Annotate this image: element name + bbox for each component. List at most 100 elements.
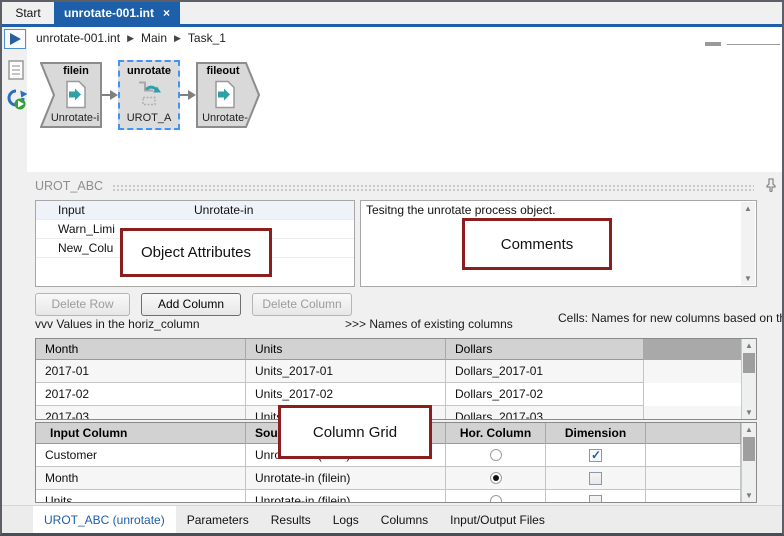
tab-active-document[interactable]: unrotate-001.int ×	[54, 2, 180, 24]
cell-input-column[interactable]: Customer	[36, 444, 246, 467]
cell-month[interactable]: 2017-01	[36, 360, 246, 383]
attribute-name: Input	[58, 203, 85, 217]
scroll-down-icon[interactable]: ▼	[742, 489, 756, 502]
header-hor-column[interactable]: Hor. Column	[446, 423, 546, 444]
breadcrumb-main[interactable]: Main	[141, 31, 167, 45]
checkbox-unchecked[interactable]	[589, 472, 602, 485]
annotation-comments: Comments	[462, 218, 612, 270]
scrollbar-thumb[interactable]	[743, 437, 755, 461]
flow-node-fileout[interactable]: fileout Unrotate-	[196, 62, 260, 128]
table-row[interactable]: 2017-02 Units_2017-02 Dollars_2017-02	[36, 383, 756, 406]
panel-title: UROT_ABC	[35, 179, 103, 193]
annotation-label: Comments	[501, 236, 574, 253]
comments-text: Tesitng the unrotate process object.	[366, 203, 555, 217]
table-row[interactable]: Month Unrotate-in (filein)	[36, 467, 756, 490]
cell-dimension[interactable]	[546, 467, 646, 490]
cell-month[interactable]: 2017-02	[36, 383, 246, 406]
annotation-column-grid: Column Grid	[278, 405, 432, 459]
tab-columns[interactable]: Columns	[370, 506, 439, 533]
breadcrumb-task[interactable]: Task_1	[188, 31, 226, 45]
document-tab-bar: Start unrotate-001.int ×	[2, 2, 782, 27]
fileout-node-label: Unrotate-	[196, 112, 260, 124]
value-grid-scrollbar[interactable]: ▲ ▼	[741, 339, 756, 419]
comments-scrollbar[interactable]: ▲ ▼	[741, 202, 755, 285]
file-output-icon	[213, 80, 235, 108]
delete-column-button[interactable]: Delete Column	[252, 293, 352, 316]
hint-values: vvv Values in the horiz_column	[35, 317, 200, 331]
cell-dimension[interactable]	[546, 444, 646, 467]
document-icon[interactable]	[8, 60, 25, 81]
run-button[interactable]	[4, 29, 26, 49]
cell-source[interactable]: Unrotate-in (filein)	[246, 490, 446, 503]
unrotate-icon	[135, 80, 163, 108]
scroll-up-icon[interactable]: ▲	[742, 339, 756, 352]
cell-units[interactable]: Units_2017-02	[246, 383, 446, 406]
cell-empty	[646, 444, 741, 467]
scroll-up-icon[interactable]: ▲	[742, 423, 756, 436]
header-input-column[interactable]: Input Column	[36, 423, 246, 444]
cell-input-column[interactable]: Units	[36, 490, 246, 503]
panel-drag-texture[interactable]	[112, 184, 754, 191]
hint-names: >>> Names of existing columns	[345, 317, 513, 331]
flow-node-filein[interactable]: filein Unrotate-i	[40, 62, 102, 128]
splitter-line	[727, 44, 780, 45]
pin-icon[interactable]	[765, 178, 777, 192]
annotation-label: Column Grid	[313, 424, 397, 441]
checkbox-unchecked[interactable]	[589, 495, 602, 504]
scroll-up-icon[interactable]: ▲	[741, 202, 755, 215]
app-window: Start unrotate-001.int × unrotate-001.in…	[0, 0, 784, 536]
splitter-handle[interactable]	[705, 42, 721, 46]
header-month[interactable]: Month	[36, 339, 246, 360]
tab-input-output-files[interactable]: Input/Output Files	[439, 506, 556, 533]
cell-source[interactable]: Unrotate-in (filein)	[246, 467, 446, 490]
close-icon[interactable]: ×	[163, 6, 170, 20]
delete-row-button[interactable]: Delete Row	[35, 293, 130, 316]
cell-hor-column[interactable]	[446, 467, 546, 490]
chevron-right-icon: ▶	[174, 33, 181, 44]
filein-node-label: Unrotate-i	[40, 112, 102, 124]
radio-unchecked[interactable]	[490, 495, 502, 503]
cell-hor-column[interactable]	[446, 490, 546, 503]
tab-active-label: unrotate-001.int	[64, 6, 154, 20]
attribute-name: New_Colu	[58, 241, 113, 255]
header-empty	[646, 423, 741, 444]
play-icon	[10, 33, 21, 45]
add-column-button[interactable]: Add Column	[141, 293, 241, 316]
fileout-node-title: fileout	[196, 65, 260, 77]
radio-checked[interactable]	[490, 472, 502, 484]
breadcrumb: unrotate-001.int ▶ Main ▶ Task_1	[36, 31, 226, 45]
tab-results[interactable]: Results	[260, 506, 322, 533]
table-row[interactable]: Units Unrotate-in (filein)	[36, 490, 756, 503]
connector-arrow-icon	[110, 90, 118, 100]
header-dimension[interactable]: Dimension	[546, 423, 646, 444]
checkbox-checked[interactable]	[589, 449, 602, 462]
breadcrumb-file[interactable]: unrotate-001.int	[36, 31, 120, 45]
cell-hor-column[interactable]	[446, 444, 546, 467]
cell-dollars[interactable]: Dollars_2017-03	[446, 406, 644, 420]
flow-node-unrotate-selected[interactable]: unrotate UROT_A	[118, 60, 180, 130]
cell-dimension[interactable]	[546, 490, 646, 503]
cell-dollars[interactable]: Dollars_2017-02	[446, 383, 644, 406]
column-grid-scrollbar[interactable]: ▲ ▼	[741, 423, 756, 502]
header-units[interactable]: Units	[246, 339, 446, 360]
tab-urot-abc[interactable]: UROT_ABC (unrotate)	[33, 506, 176, 533]
cell-dollars[interactable]: Dollars_2017-01	[446, 360, 644, 383]
attribute-row-input[interactable]: Input Unrotate-in	[36, 201, 354, 220]
scrollbar-thumb[interactable]	[743, 353, 755, 373]
tab-parameters[interactable]: Parameters	[176, 506, 260, 533]
cell-input-column[interactable]: Month	[36, 467, 246, 490]
tab-start[interactable]: Start	[2, 2, 54, 24]
rerun-history-icon[interactable]	[5, 88, 27, 111]
unrotate-node-title: unrotate	[120, 65, 178, 77]
cell-units[interactable]: Units_2017-01	[246, 360, 446, 383]
cell-month[interactable]: 2017-03	[36, 406, 246, 420]
cell-empty	[646, 467, 741, 490]
scroll-down-icon[interactable]: ▼	[742, 406, 756, 419]
table-row[interactable]: 2017-01 Units_2017-01 Dollars_2017-01	[36, 360, 756, 383]
tab-logs[interactable]: Logs	[322, 506, 370, 533]
header-dollars[interactable]: Dollars	[446, 339, 644, 360]
connector-arrow-icon	[188, 90, 196, 100]
radio-unchecked[interactable]	[490, 449, 502, 461]
hint-cells: Cells: Names for new columns based on th…	[558, 311, 782, 325]
scroll-down-icon[interactable]: ▼	[741, 272, 755, 285]
